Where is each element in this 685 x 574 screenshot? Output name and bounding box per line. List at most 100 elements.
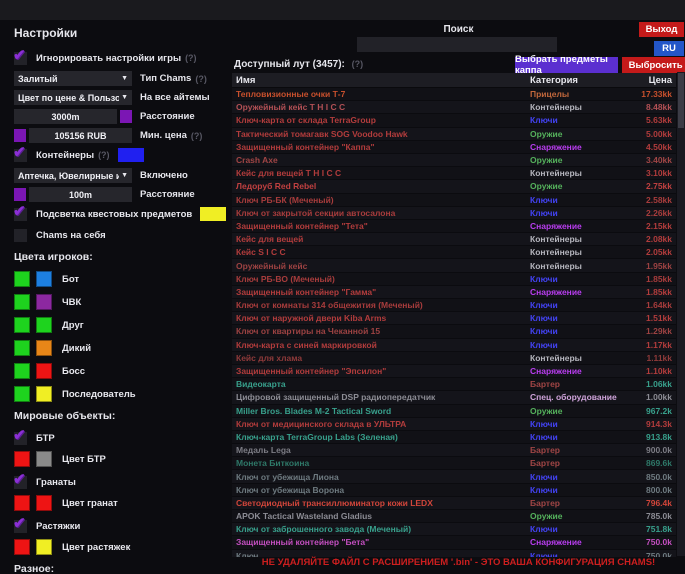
color-swatch-secondary[interactable] xyxy=(36,451,52,467)
table-scrollbar[interactable] xyxy=(677,72,685,556)
table-row[interactable]: Ключ-карта с синей маркировкойКлючи1.17k… xyxy=(232,339,676,352)
color-swatch-primary[interactable] xyxy=(14,340,30,356)
checkbox[interactable]: ✔ xyxy=(14,432,27,445)
table-row[interactable]: Защищенный контейнер "Тета"Снаряжение2.1… xyxy=(232,220,676,233)
color-swatch-secondary[interactable] xyxy=(36,363,52,379)
color-swatch[interactable] xyxy=(118,148,144,162)
table-row[interactable]: Кейс для вещей Т Н I С СКонтейнеры3.10kk xyxy=(232,167,676,180)
checkbox[interactable]: ✔ xyxy=(14,476,27,489)
column-header-price[interactable]: Цена xyxy=(618,75,676,86)
table-row[interactable]: Ключ от комнаты 314 общежития (Меченый)К… xyxy=(232,299,676,312)
color-swatch[interactable] xyxy=(14,129,26,142)
column-header-name[interactable]: Имя xyxy=(232,75,530,86)
checkbox[interactable]: ✔ xyxy=(14,52,27,65)
color-swatch-primary[interactable] xyxy=(14,363,30,379)
item-name: Ключ от наружной двери Kiba Arms xyxy=(232,313,530,323)
color-swatch[interactable] xyxy=(120,110,132,123)
table-row[interactable]: Защищенный контейнер "Каппа"Снаряжение4.… xyxy=(232,141,676,154)
help-icon[interactable]: (?) xyxy=(98,150,110,160)
help-icon[interactable]: (?) xyxy=(195,74,207,84)
color-swatch-secondary[interactable] xyxy=(36,495,52,511)
table-row[interactable]: Crash AxeОружие3.40kk xyxy=(232,154,676,167)
table-row[interactable]: Защищенный контейнер "Гамма"Снаряжение1.… xyxy=(232,286,676,299)
color-swatch-primary[interactable] xyxy=(14,386,30,402)
item-category: Прицелы xyxy=(530,89,618,99)
color-swatch-secondary[interactable] xyxy=(36,386,52,402)
table-row[interactable]: Ключ …Ключи750.0k xyxy=(232,550,676,557)
help-icon[interactable]: (?) xyxy=(185,53,197,63)
tripwires-toggle[interactable]: ✔Растяжки xyxy=(14,518,232,534)
scrollbar-thumb[interactable] xyxy=(678,73,684,128)
checkbox[interactable]: ✔ xyxy=(14,520,27,533)
distance-input[interactable]: 3000m xyxy=(14,109,117,124)
checkbox[interactable]: ✔ xyxy=(14,208,27,221)
table-row[interactable]: Медаль LegaБартер900.0k xyxy=(232,444,676,457)
color-swatch-primary[interactable] xyxy=(14,294,30,310)
table-row[interactable]: Ключ от медицинского склада в УЛЬТРАКлюч… xyxy=(232,418,676,431)
item-name: Оружейный кейс xyxy=(232,261,530,271)
table-row[interactable]: Ледоруб Red RebelОружие2.75kk xyxy=(232,180,676,193)
btr-toggle[interactable]: ✔БТР xyxy=(14,430,232,446)
table-row[interactable]: Ключ-карта от склада TerraGroupКлючи5.63… xyxy=(232,114,676,127)
color-swatch-primary[interactable] xyxy=(14,271,30,287)
help-icon[interactable]: (?) xyxy=(191,131,203,141)
language-button[interactable]: RU xyxy=(654,41,684,56)
table-row[interactable]: Ключ РБ-БК (Меченый)Ключи2.58kk xyxy=(232,194,676,207)
table-row[interactable]: Ключ от заброшенного завода (Меченый)Клю… xyxy=(232,523,676,536)
ignore-game-settings[interactable]: ✔Игнорировать настройки игры(?) xyxy=(14,50,232,66)
chams-type-select[interactable]: Залитый▼ xyxy=(14,71,132,86)
color-swatch-secondary[interactable] xyxy=(36,539,52,555)
item-category: Ключи xyxy=(530,419,618,429)
color-swatch[interactable] xyxy=(200,207,226,221)
included-categories-select[interactable]: Аптечка, Ювелирные и...▼ xyxy=(14,168,132,183)
table-row[interactable]: Ключ-карта TerraGroup Labs (Зеленая)Ключ… xyxy=(232,431,676,444)
table-row[interactable]: Ключ от наружной двери Kiba ArmsКлючи1.5… xyxy=(232,312,676,325)
chams-self-toggle[interactable]: Chams на себя xyxy=(14,227,232,243)
min-price-input[interactable]: 105156 RUB xyxy=(29,128,132,143)
color-swatch-secondary[interactable] xyxy=(36,271,52,287)
table-row[interactable]: Защищенный контейнер "Бета"Снаряжение750… xyxy=(232,536,676,549)
table-row[interactable]: Ключ РБ-ВО (Меченый)Ключи1.85kk xyxy=(232,273,676,286)
all-items-mode-select[interactable]: Цвет по цене & Пользователь▼ xyxy=(14,90,132,105)
table-row[interactable]: Кейс для хламаКонтейнеры1.11kk xyxy=(232,352,676,365)
column-header-category[interactable]: Категория xyxy=(530,75,618,86)
item-name: Защищенный контейнер "Гамма" xyxy=(232,287,530,297)
table-row[interactable]: Защищенный контейнер "Эпсилон"Снаряжение… xyxy=(232,365,676,378)
color-swatch-primary[interactable] xyxy=(14,495,30,511)
color-swatch-secondary[interactable] xyxy=(36,294,52,310)
checkbox[interactable]: ✔ xyxy=(14,149,27,162)
color-swatch[interactable] xyxy=(14,188,26,201)
quest-items-highlight-toggle[interactable]: ✔Подсветка квестовых предметов xyxy=(14,206,232,222)
containers-distance-input[interactable]: 100m xyxy=(29,187,132,202)
table-row[interactable]: Светодиодный трансиллюминатор кожи LEDXБ… xyxy=(232,497,676,510)
table-row[interactable]: ВидеокартаБартер1.06kk xyxy=(232,378,676,391)
table-row[interactable]: Ключ от убежища ЛионаКлючи850.0k xyxy=(232,470,676,483)
table-row[interactable]: Ключ от квартиры на Чеканной 15Ключи1.29… xyxy=(232,325,676,338)
table-row[interactable]: Оружейный кейс Т Н I С СКонтейнеры8.48kk xyxy=(232,101,676,114)
table-row[interactable]: Оружейный кейсКонтейнеры1.95kk xyxy=(232,259,676,272)
table-row[interactable]: Тепловизионные очки Т-7Прицелы17.33kk xyxy=(232,88,676,101)
color-swatch-secondary[interactable] xyxy=(36,317,52,333)
checkbox[interactable] xyxy=(14,229,27,242)
color-swatch-primary[interactable] xyxy=(14,451,30,467)
table-row[interactable]: Miller Bros. Blades M-2 Tactical SwordОр… xyxy=(232,405,676,418)
drop-all-button[interactable]: Выбросить все xyxy=(622,57,685,73)
window-titlebar xyxy=(0,0,685,20)
containers-toggle[interactable]: ✔Контейнеры(?) xyxy=(14,147,232,163)
table-row[interactable]: Ключ от убежища ВоронаКлючи800.0k xyxy=(232,484,676,497)
table-row[interactable]: Ключ от закрытой секции автосалонаКлючи2… xyxy=(232,207,676,220)
table-row[interactable]: Цифровой защищенный DSP радиопередатчикС… xyxy=(232,391,676,404)
table-row[interactable]: APOK Tactical Wasteland GladiusОружие785… xyxy=(232,510,676,523)
table-row[interactable]: Монета БиткоинаБартер869.6k xyxy=(232,457,676,470)
color-swatch-secondary[interactable] xyxy=(36,340,52,356)
grenades-toggle[interactable]: ✔Гранаты xyxy=(14,474,232,490)
select-kappa-items-button[interactable]: Выбрать предметы каппа xyxy=(515,57,618,73)
table-row[interactable]: Кейс S I C CКонтейнеры2.05kk xyxy=(232,246,676,259)
table-row[interactable]: Кейс для вещейКонтейнеры2.08kk xyxy=(232,233,676,246)
color-swatch-primary[interactable] xyxy=(14,317,30,333)
exit-button[interactable]: Выход xyxy=(639,22,684,37)
color-swatch-primary[interactable] xyxy=(14,539,30,555)
item-name: APOK Tactical Wasteland Gladius xyxy=(232,511,530,521)
table-row[interactable]: Тактический томагавк SOG Voodoo HawkОруж… xyxy=(232,128,676,141)
search-input[interactable] xyxy=(357,37,557,52)
